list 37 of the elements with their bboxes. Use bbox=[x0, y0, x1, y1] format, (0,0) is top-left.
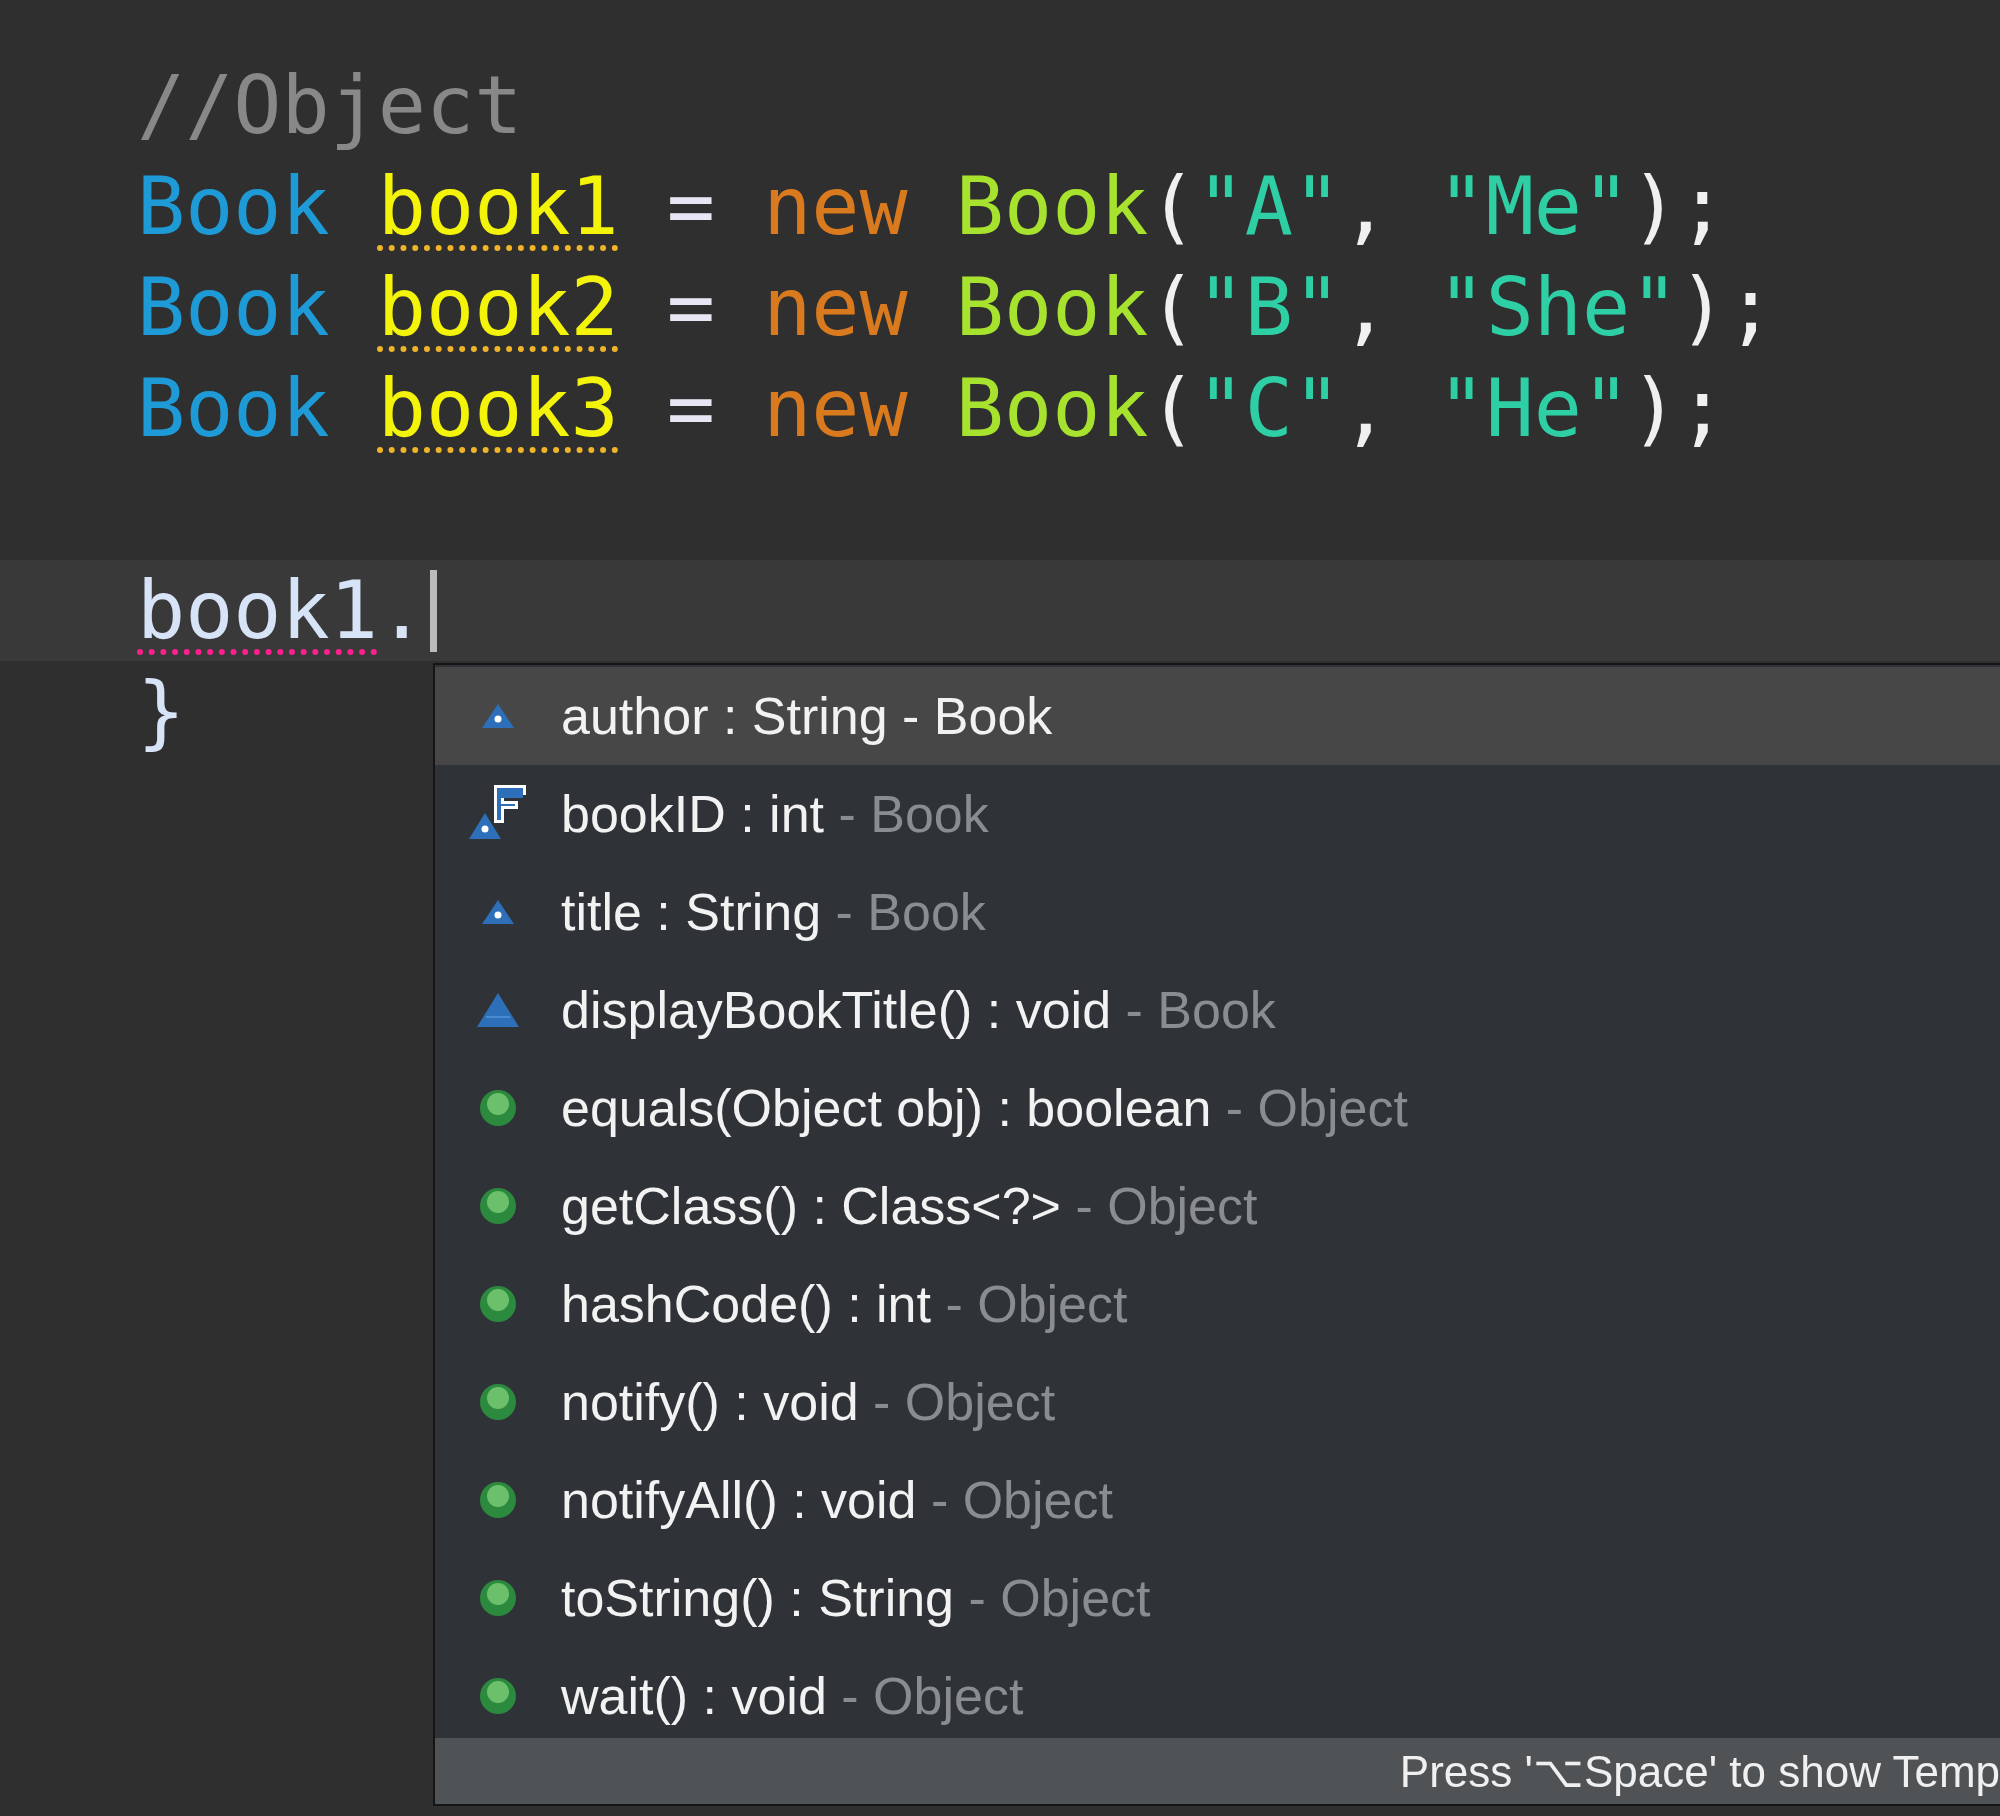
completion-item[interactable]: equals(Object obj) : boolean - Object bbox=[435, 1059, 2000, 1157]
completion-item[interactable]: notify() : void - Object bbox=[435, 1353, 2000, 1451]
completion-item[interactable]: author : String - Book bbox=[435, 667, 2000, 765]
code-line: Book book2 = new Book("B", "She"); bbox=[137, 263, 1775, 352]
completion-text: toString() : String - Object bbox=[561, 1568, 1151, 1628]
circle-icon bbox=[479, 1089, 517, 1127]
completion-item[interactable]: hashCode() : int - Object bbox=[435, 1255, 2000, 1353]
circle-icon bbox=[479, 1383, 517, 1421]
completion-text: notify() : void - Object bbox=[561, 1372, 1056, 1432]
completion-item[interactable]: bookID : int - Book bbox=[435, 765, 2000, 863]
code-line: //Object bbox=[137, 61, 523, 150]
code-line: Book book3 = new Book("C", "He"); bbox=[137, 364, 1727, 453]
circle-icon bbox=[479, 1285, 517, 1323]
completion-text: equals(Object obj) : boolean - Object bbox=[561, 1078, 1408, 1138]
completion-text: displayBookTitle() : void - Book bbox=[561, 980, 1276, 1040]
completion-text: hashCode() : int - Object bbox=[561, 1274, 1128, 1334]
completion-text: author : String - Book bbox=[561, 686, 1053, 746]
completion-text: title : String - Book bbox=[561, 882, 986, 942]
completion-text: wait() : void - Object bbox=[561, 1666, 1024, 1726]
circle-icon bbox=[479, 1187, 517, 1225]
completion-item[interactable]: toString() : String - Object bbox=[435, 1549, 2000, 1647]
completion-text: bookID : int - Book bbox=[561, 784, 989, 844]
circle-icon bbox=[479, 1481, 517, 1519]
code-line: book1. bbox=[137, 566, 426, 655]
circle-icon bbox=[479, 1677, 517, 1715]
hint-text: Press '⌥Space' to show Temp bbox=[1399, 1745, 2000, 1797]
code-line: Book book1 = new Book("A", "Me"); bbox=[137, 162, 1727, 251]
completion-text: getClass() : Class<?> - Object bbox=[561, 1176, 1258, 1236]
completion-item[interactable]: displayBookTitle() : void - Book bbox=[435, 961, 2000, 1059]
completion-item[interactable]: notifyAll() : void - Object bbox=[435, 1451, 2000, 1549]
code-line: } bbox=[137, 667, 186, 756]
completion-item[interactable]: getClass() : Class<?> - Object bbox=[435, 1157, 2000, 1255]
triangle-icon bbox=[476, 991, 520, 1029]
completion-text: notifyAll() : void - Object bbox=[561, 1470, 1113, 1530]
completion-item[interactable]: wait() : void - Object bbox=[435, 1647, 2000, 1738]
completion-item[interactable]: title : String - Book bbox=[435, 863, 2000, 961]
circle-icon bbox=[479, 1579, 517, 1617]
